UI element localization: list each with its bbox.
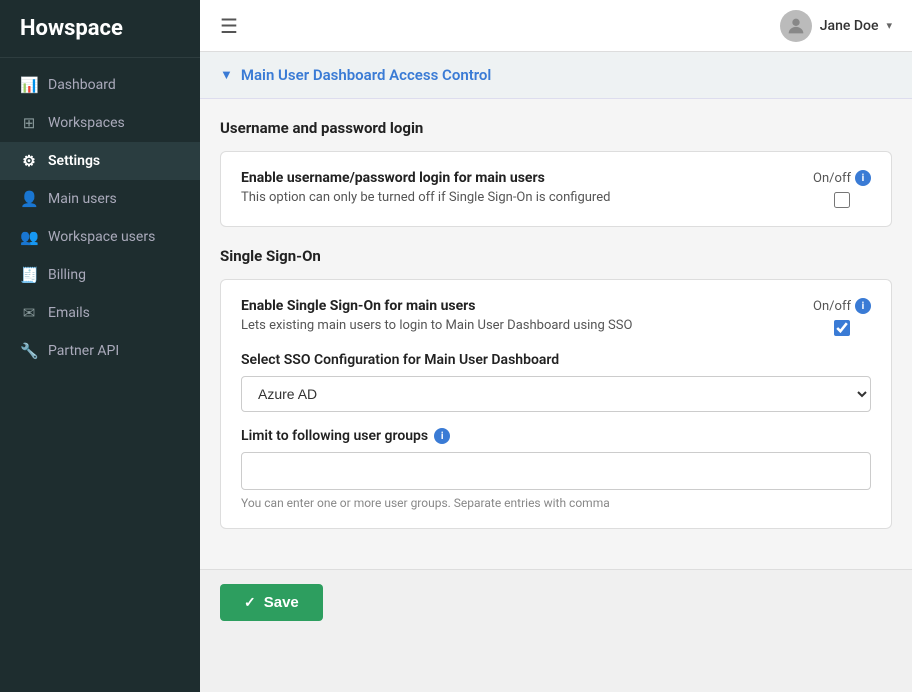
partner-api-icon: 🔧 [20, 342, 38, 360]
username-on-off-label: On/off i [813, 170, 871, 186]
sidebar-item-emails[interactable]: ✉ Emails [0, 294, 200, 332]
username-card-row: Enable username/password login for main … [241, 170, 871, 208]
sidebar-item-workspace-users[interactable]: 👥 Workspace users [0, 218, 200, 256]
sidebar-item-main-users[interactable]: 👤 Main users [0, 180, 200, 218]
sidebar-item-label: Partner API [48, 343, 119, 359]
footer-bar: ✓ Save [200, 569, 912, 635]
user-groups-input[interactable] [241, 452, 871, 490]
sidebar-item-workspaces[interactable]: ⊞ Workspaces [0, 104, 200, 142]
section-chevron-icon: ▼ [220, 67, 233, 83]
sso-section-title: Single Sign-On [220, 247, 892, 265]
sso-config-select[interactable]: Azure AD Google SAML OKTA [241, 376, 871, 412]
sso-info-icon[interactable]: i [855, 298, 871, 314]
username-card-right: On/off i [813, 170, 871, 208]
sso-select-label: Select SSO Configuration for Main User D… [241, 352, 871, 368]
sidebar-nav: 📊 Dashboard ⊞ Workspaces ⚙ Settings 👤 Ma… [0, 58, 200, 692]
sso-enable-row: Enable Single Sign-On for main users Let… [241, 298, 871, 336]
sidebar-item-partner-api[interactable]: 🔧 Partner API [0, 332, 200, 370]
sso-card-right: On/off i [813, 298, 871, 336]
dashboard-icon: 📊 [20, 76, 38, 94]
section-header: ▼ Main User Dashboard Access Control [200, 52, 912, 99]
username-enable-desc: This option can only be turned off if Si… [241, 190, 797, 205]
header: ☰ Jane Doe ▾ [200, 0, 912, 52]
save-icon: ✓ [244, 594, 256, 611]
sso-card-left: Enable Single Sign-On for main users Let… [241, 298, 797, 333]
sidebar-item-label: Settings [48, 153, 100, 169]
save-button[interactable]: ✓ Save [220, 584, 323, 621]
avatar [780, 10, 812, 42]
chevron-down-icon: ▾ [886, 19, 892, 32]
username-enable-title: Enable username/password login for main … [241, 170, 797, 186]
sidebar-item-label: Workspace users [48, 229, 155, 245]
sidebar: Howspace 📊 Dashboard ⊞ Workspaces ⚙ Sett… [0, 0, 200, 692]
sso-sub-section: Select SSO Configuration for Main User D… [241, 352, 871, 510]
username-section-title: Username and password login [220, 119, 892, 137]
limit-label-row: Limit to following user groups i [241, 428, 871, 444]
sidebar-item-label: Billing [48, 267, 86, 283]
sidebar-item-settings[interactable]: ⚙ Settings [0, 142, 200, 180]
sidebar-item-label: Emails [48, 305, 90, 321]
section-header-title: Main User Dashboard Access Control [241, 66, 491, 84]
save-label: Save [264, 594, 299, 611]
sidebar-item-label: Main users [48, 191, 117, 207]
user-name: Jane Doe [820, 18, 879, 34]
username-password-toggle[interactable] [834, 192, 850, 208]
sso-enable-title: Enable Single Sign-On for main users [241, 298, 797, 314]
sso-enable-toggle[interactable] [834, 320, 850, 336]
hamburger-button[interactable]: ☰ [220, 14, 238, 38]
sso-card: Enable Single Sign-On for main users Let… [220, 279, 892, 529]
sidebar-item-billing[interactable]: 🧾 Billing [0, 256, 200, 294]
page-body: Username and password login Enable usern… [200, 99, 912, 569]
limit-info-icon[interactable]: i [434, 428, 450, 444]
billing-icon: 🧾 [20, 266, 38, 284]
sso-on-off-label: On/off i [813, 298, 871, 314]
sidebar-item-dashboard[interactable]: 📊 Dashboard [0, 66, 200, 104]
app-logo: Howspace [0, 0, 200, 58]
workspaces-icon: ⊞ [20, 114, 38, 132]
username-card-left: Enable username/password login for main … [241, 170, 797, 205]
content-inner: ▼ Main User Dashboard Access Control Use… [200, 52, 912, 635]
limit-label: Limit to following user groups [241, 428, 428, 444]
main-wrapper: ☰ Jane Doe ▾ ▼ Main User Dashboard Acces… [200, 0, 912, 692]
emails-icon: ✉ [20, 304, 38, 322]
sidebar-item-label: Workspaces [48, 115, 125, 131]
workspace-users-icon: 👥 [20, 228, 38, 246]
user-groups-hint: You can enter one or more user groups. S… [241, 496, 871, 510]
username-info-icon[interactable]: i [855, 170, 871, 186]
settings-icon: ⚙ [20, 152, 38, 170]
username-card: Enable username/password login for main … [220, 151, 892, 227]
user-menu[interactable]: Jane Doe ▾ [780, 10, 892, 42]
main-users-icon: 👤 [20, 190, 38, 208]
sidebar-item-label: Dashboard [48, 77, 116, 93]
sso-enable-desc: Lets existing main users to login to Mai… [241, 318, 797, 333]
content-area: ▼ Main User Dashboard Access Control Use… [200, 52, 912, 692]
